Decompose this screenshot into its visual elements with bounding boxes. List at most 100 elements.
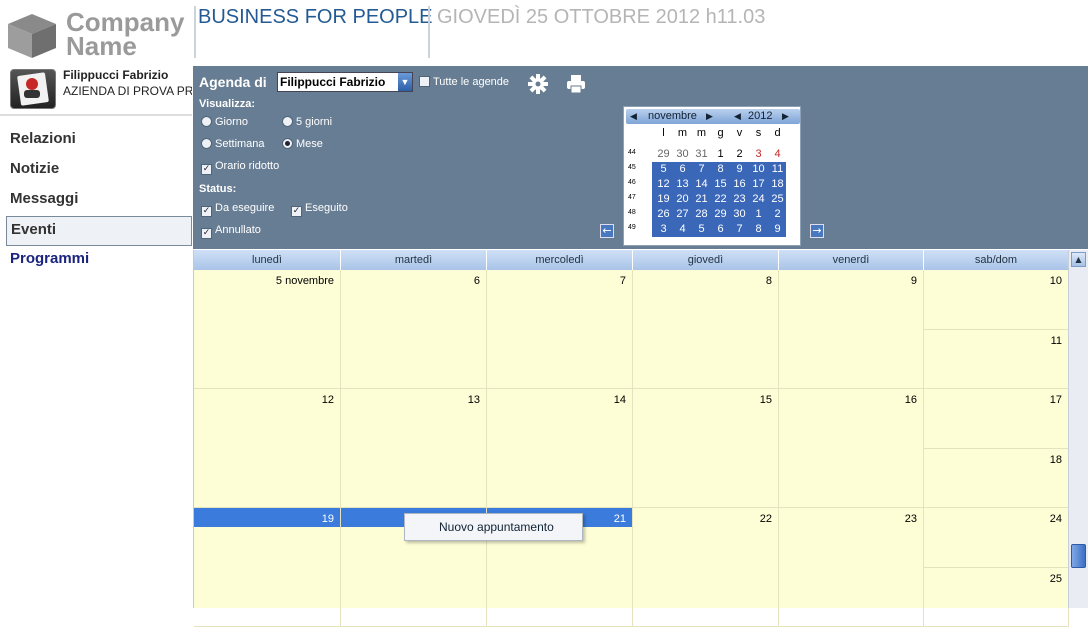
mini-day[interactable]: 26 — [654, 207, 673, 222]
calendar-day-cell[interactable]: 15 — [633, 389, 779, 508]
mini-day[interactable]: 4 — [768, 147, 787, 162]
scrollbar-thumb[interactable] — [1071, 544, 1086, 568]
mini-day[interactable]: 29 — [654, 147, 673, 162]
mini-day[interactable]: 14 — [692, 177, 711, 192]
mini-day[interactable]: 19 — [654, 192, 673, 207]
mini-day[interactable]: 3 — [654, 222, 673, 237]
mini-month[interactable]: novembre — [648, 110, 697, 123]
mini-year[interactable]: 2012 — [748, 110, 772, 123]
mini-day[interactable]: 3 — [749, 147, 768, 162]
mini-day[interactable]: 16 — [730, 177, 749, 192]
view-mese-radio[interactable]: Mese — [282, 138, 323, 150]
mini-day[interactable]: 2 — [730, 147, 749, 162]
printer-icon[interactable] — [565, 73, 587, 95]
user-card[interactable]: Filippucci Fabrizio AZIENDA DI PROVA PR — [8, 66, 192, 114]
mini-day[interactable]: 4 — [673, 222, 692, 237]
next-year-icon[interactable]: ▶ — [782, 110, 789, 123]
mini-day[interactable]: 27 — [673, 207, 692, 222]
arrow-right-icon[interactable]: → — [810, 224, 824, 238]
mini-day[interactable]: 15 — [711, 177, 730, 192]
sidebar-item-notizie[interactable]: Notizie — [6, 156, 192, 186]
calendar-day-cell[interactable]: 13 — [341, 389, 487, 508]
view-5giorni-radio[interactable]: 5 giorni — [282, 116, 332, 128]
mini-day[interactable]: 23 — [730, 192, 749, 207]
calendar-weekend-cell[interactable]: 10 — [924, 270, 1069, 330]
prev-month-icon[interactable]: ◀ — [630, 110, 637, 123]
mini-day[interactable]: 6 — [711, 222, 730, 237]
status-eseguito-checkbox[interactable]: ✓ Eseguito — [291, 202, 348, 217]
mini-day[interactable]: 1 — [749, 207, 768, 222]
all-agendas-checkbox[interactable]: Tutte le agende — [419, 76, 509, 88]
mini-day[interactable]: 8 — [749, 222, 768, 237]
orario-ridotto-checkbox[interactable]: ✓ Orario ridotto — [201, 160, 279, 175]
status-annullato-checkbox[interactable]: ✓ Annullato — [201, 224, 261, 239]
sidebar-item-programmi[interactable]: Programmi — [6, 246, 192, 276]
mini-day[interactable]: 7 — [730, 222, 749, 237]
mini-day[interactable]: 20 — [673, 192, 692, 207]
mini-day[interactable]: 29 — [711, 207, 730, 222]
view-settimana-radio[interactable]: Settimana — [201, 138, 265, 150]
status-da-eseguire-label: Da eseguire — [215, 202, 275, 214]
day-number: 24 — [1049, 513, 1062, 525]
mini-day[interactable]: 9 — [768, 222, 787, 237]
calendar-weekend-cell[interactable]: 24 — [924, 508, 1069, 568]
mini-day[interactable]: 28 — [692, 207, 711, 222]
mini-day[interactable]: 13 — [673, 177, 692, 192]
mini-day[interactable]: 30 — [730, 207, 749, 222]
mini-day[interactable]: 8 — [711, 162, 730, 177]
calendar-day-cell[interactable]: 12 — [194, 389, 341, 508]
sidebar-item-messaggi[interactable]: Messaggi — [6, 186, 192, 216]
calendar-weekend-cell[interactable]: 17 — [924, 389, 1069, 449]
calendar-day-cell[interactable]: 19 — [194, 508, 341, 627]
mini-day[interactable]: 2 — [768, 207, 787, 222]
status-da-eseguire-checkbox[interactable]: ✓ Da eseguire — [201, 202, 274, 217]
calendar-day-cell[interactable]: 7 — [487, 270, 633, 389]
mini-day[interactable]: 31 — [692, 147, 711, 162]
mini-day[interactable]: 1 — [711, 147, 730, 162]
scroll-up-icon[interactable]: ▲ — [1071, 252, 1086, 267]
sidebar-item-eventi[interactable]: Eventi — [6, 216, 192, 246]
agenda-label: Agenda di — [199, 74, 267, 90]
arrow-left-icon[interactable]: ← — [600, 224, 614, 238]
calendar-day-cell[interactable]: 8 — [633, 270, 779, 389]
calendar-day-cell[interactable]: 14 — [487, 389, 633, 508]
calendar-weekend-cell[interactable]: 11 — [924, 330, 1069, 389]
mini-day[interactable]: 12 — [654, 177, 673, 192]
calendar-day-cell[interactable]: 5 novembre — [194, 270, 341, 389]
mini-day[interactable]: 5 — [654, 162, 673, 177]
mini-day[interactable]: 9 — [730, 162, 749, 177]
mini-day[interactable]: 21 — [692, 192, 711, 207]
mini-day[interactable]: 17 — [749, 177, 768, 192]
gear-icon[interactable] — [527, 73, 549, 95]
context-menu-item-nuovo-appuntamento[interactable]: Nuovo appuntamento — [439, 520, 554, 534]
mini-day[interactable]: 30 — [673, 147, 692, 162]
mini-day[interactable]: 6 — [673, 162, 692, 177]
mini-day[interactable]: 10 — [749, 162, 768, 177]
chevron-down-icon[interactable]: ▼ — [398, 73, 412, 91]
calendar-scrollbar[interactable]: ▲ — [1068, 250, 1088, 608]
mini-day[interactable]: 5 — [692, 222, 711, 237]
mini-day[interactable]: 25 — [768, 192, 787, 207]
mini-day[interactable]: 11 — [768, 162, 787, 177]
calendar-weekend-cell[interactable]: 25 — [924, 568, 1069, 627]
view-giorno-radio[interactable]: Giorno — [201, 116, 248, 128]
sidebar-item-relazioni[interactable]: Relazioni — [6, 126, 192, 156]
calendar-day-cell[interactable]: 9 — [779, 270, 924, 389]
calendar-day-cell[interactable]: 22 — [633, 508, 779, 627]
calendar-day-cell[interactable]: 6 — [341, 270, 487, 389]
calendar-weekend-cell[interactable]: 18 — [924, 449, 1069, 508]
agenda-select[interactable]: Filippucci Fabrizio ▼ — [277, 72, 413, 92]
divider — [0, 114, 192, 116]
mini-day[interactable]: 18 — [768, 177, 787, 192]
calendar-day-cell[interactable]: 16 — [779, 389, 924, 508]
mini-day[interactable]: 24 — [749, 192, 768, 207]
mini-week-number: 47 — [628, 194, 636, 201]
mini-day[interactable]: 7 — [692, 162, 711, 177]
checkmark-icon: ✓ — [201, 206, 212, 217]
mini-day[interactable]: 22 — [711, 192, 730, 207]
mini-calendar-nav: ◀ novembre ▶ ◀ 2012 ▶ — [626, 109, 800, 124]
all-agendas-label: Tutte le agende — [433, 76, 510, 88]
prev-year-icon[interactable]: ◀ — [734, 110, 741, 123]
next-month-icon[interactable]: ▶ — [706, 110, 713, 123]
calendar-day-cell[interactable]: 23 — [779, 508, 924, 627]
